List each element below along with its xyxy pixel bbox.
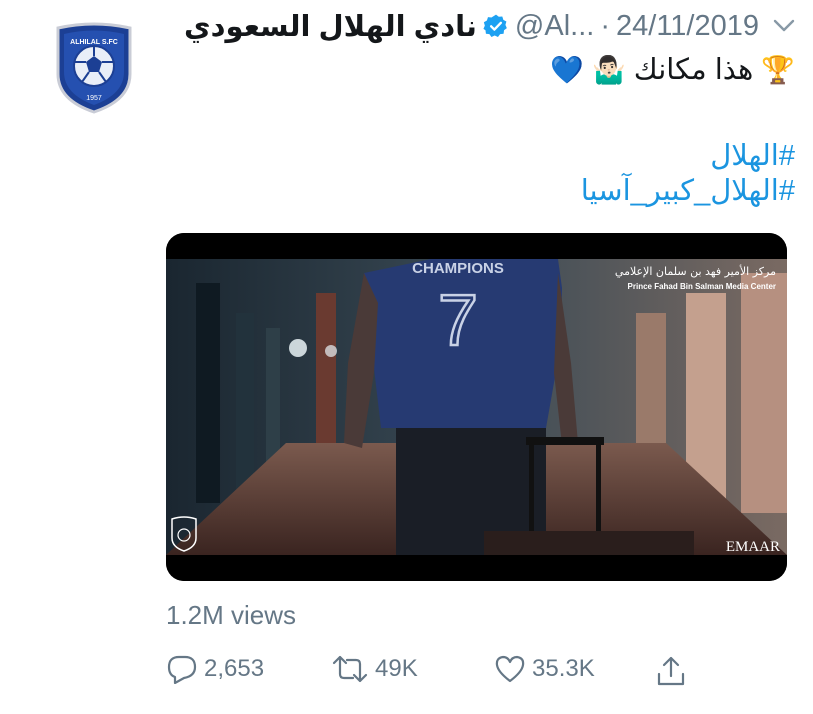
- verified-badge-icon: [483, 14, 507, 37]
- avatar[interactable]: ALHILAL S.FC 1957: [50, 22, 138, 114]
- share-button[interactable]: [654, 654, 694, 688]
- share-icon: [657, 656, 685, 686]
- retweet-count: 49K: [375, 655, 418, 682]
- chevron-down-icon[interactable]: [773, 19, 795, 33]
- reply-button[interactable]: 2,653: [166, 654, 264, 684]
- hashtag-alhilal[interactable]: #الهلال: [710, 138, 795, 173]
- jersey-number: 7: [438, 281, 478, 361]
- tweet-body: هذا مكانك: [633, 54, 754, 86]
- video-player[interactable]: CHAMPIONS 7 مركز الأمير فهد بن سلمان الإ…: [166, 233, 787, 581]
- media-overlay-arabic: مركز الأمير فهد بن سلمان الإعلامي: [615, 264, 776, 278]
- reply-icon: [167, 655, 197, 684]
- tweet-text: 🏆 هذا مكانك 🤷🏻‍♂️ 💙: [550, 52, 795, 87]
- tweet-date[interactable]: 24/11/2019: [616, 10, 759, 43]
- separator-dot: ·: [600, 9, 610, 42]
- hashtag-alhilal-asia[interactable]: #الهلال_كبير_آسيا: [581, 173, 795, 208]
- retweet-icon: [332, 655, 368, 683]
- like-button[interactable]: 35.3K: [494, 654, 595, 684]
- logo-year: 1957: [86, 95, 102, 102]
- retweet-button[interactable]: 49K: [331, 654, 418, 684]
- tweet-header: نادي الهلال السعودي @Al... · 24/11/2019: [165, 6, 795, 46]
- jersey-text: CHAMPIONS: [412, 260, 504, 277]
- media-watermark: EMAAR: [726, 539, 780, 555]
- blue-heart-emoji: 💙: [550, 55, 585, 86]
- like-count: 35.3K: [532, 655, 595, 682]
- media-overlay-english: Prince Fahad Bin Salman Media Center: [628, 282, 776, 291]
- display-name[interactable]: نادي الهلال السعودي: [184, 9, 477, 44]
- like-icon: [495, 655, 525, 683]
- handle[interactable]: @Al...: [515, 10, 594, 43]
- reply-count: 2,653: [204, 655, 265, 682]
- view-count: 1.2M views: [166, 600, 297, 630]
- trophy-emoji: 🏆: [761, 55, 795, 86]
- tweet-actions: 2,653 49K 35.3K: [166, 654, 706, 698]
- shrug-emoji: 🤷🏻‍♂️: [592, 55, 626, 86]
- logo-text: ALHILAL S.FC: [70, 39, 118, 46]
